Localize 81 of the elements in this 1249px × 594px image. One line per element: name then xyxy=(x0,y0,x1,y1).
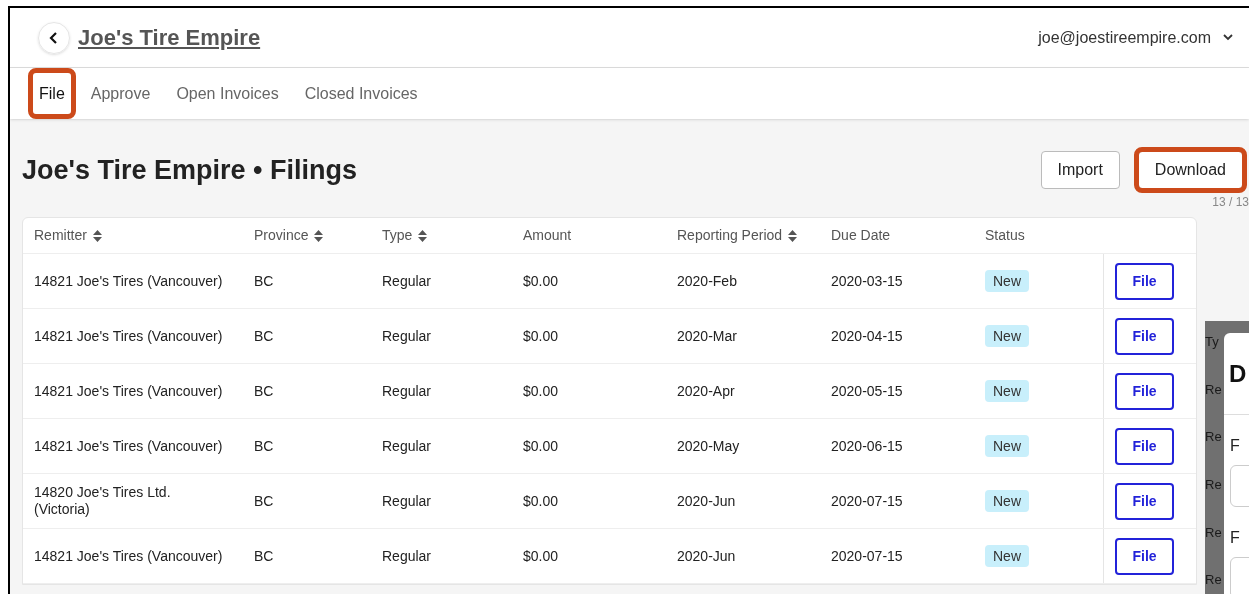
table-cell-text: 14821 Joe's Tires (Vancouver) xyxy=(33,382,224,400)
field-label: F xyxy=(1230,529,1241,547)
status-badge: New xyxy=(985,269,1029,292)
status-badge: New xyxy=(985,434,1029,457)
status-badge: New xyxy=(985,489,1029,512)
table-cell-text: 2020-Feb xyxy=(676,271,738,291)
table-cell-text: BC xyxy=(253,381,275,401)
table-cell-text: 2020-06-15 xyxy=(830,436,904,456)
file-button[interactable]: File xyxy=(1115,317,1174,355)
table-cell-text: 14821 Joe's Tires (Vancouver) xyxy=(33,437,224,455)
background-text: Re xyxy=(1205,525,1222,542)
field-label: F xyxy=(1230,437,1241,455)
chevron-down-icon xyxy=(1223,34,1233,41)
table-cell-text: 14821 Joe's Tires (Vancouver) xyxy=(33,327,224,345)
column-header: Due Date xyxy=(830,226,892,245)
background-text: Re xyxy=(1205,382,1222,399)
table-cell-text: $0.00 xyxy=(522,271,560,291)
tab[interactable]: Open Invoices xyxy=(165,68,290,119)
table-cell-text: Regular xyxy=(381,491,433,511)
file-button[interactable]: File xyxy=(1115,372,1174,410)
background-text: Re xyxy=(1205,430,1222,447)
table-cell-text: 14820 Joe's Tires Ltd. (Victoria) xyxy=(33,484,172,518)
status-badge: New xyxy=(985,379,1029,402)
table-cell-text: $0.00 xyxy=(522,326,560,346)
table-cell-text: Regular xyxy=(381,271,433,291)
table-cell-text: BC xyxy=(253,271,275,291)
table-cell-text: 2020-May xyxy=(676,436,741,456)
table-cell-text: BC xyxy=(253,326,275,346)
page-title: Joe's Tire Empire • Filings xyxy=(22,153,357,187)
table-cell-text: 2020-Jun xyxy=(676,491,737,511)
sort-icon[interactable] xyxy=(92,229,102,242)
table-cell-text: 2020-03-15 xyxy=(830,271,904,291)
table-cell-text: 2020-04-15 xyxy=(830,326,904,346)
tab[interactable]: Closed Invoices xyxy=(293,68,429,119)
background-text: Ty xyxy=(1205,335,1219,351)
sort-icon[interactable] xyxy=(788,229,798,242)
column-header[interactable]: Reporting Period xyxy=(666,225,820,246)
column-header: Amount xyxy=(522,226,573,245)
dialog-title: D xyxy=(1229,358,1247,389)
table-cell-text: 2020-07-15 xyxy=(830,546,904,566)
column-header[interactable]: Type xyxy=(371,225,512,246)
table-cell-text: Regular xyxy=(381,381,433,401)
sort-icon[interactable] xyxy=(314,229,324,242)
table-cell-text: Regular xyxy=(381,546,433,566)
background-text: Re xyxy=(1205,573,1222,590)
background-text: Re xyxy=(1205,478,1222,494)
status-badge: New xyxy=(985,544,1029,567)
table-cell-text: $0.00 xyxy=(522,491,560,511)
highlight-frame xyxy=(28,68,76,119)
table-cell-text: 2020-Jun xyxy=(676,546,737,566)
table-cell-text: Regular xyxy=(381,436,433,456)
table-cell-text: $0.00 xyxy=(522,546,560,566)
file-button[interactable]: File xyxy=(1115,262,1174,300)
tab[interactable]: Approve xyxy=(79,68,162,119)
back-icon xyxy=(49,31,59,44)
column-header: Status xyxy=(984,226,1026,245)
table-cell-text: BC xyxy=(253,546,275,566)
action-button[interactable]: Download xyxy=(1137,151,1243,189)
file-button[interactable]: File xyxy=(1115,482,1174,520)
column-header[interactable]: Province xyxy=(243,225,371,246)
table-cell-text: BC xyxy=(253,491,275,511)
status-badge: New xyxy=(985,324,1029,347)
company-link[interactable]: Joe's Tire Empire xyxy=(78,21,261,54)
column-header[interactable]: Remitter xyxy=(23,225,243,246)
table-cell-text: 14821 Joe's Tires (Vancouver) xyxy=(33,272,224,290)
table-cell-text: 2020-07-15 xyxy=(830,491,904,511)
table-cell-text: Regular xyxy=(381,326,433,346)
file-button[interactable]: File xyxy=(1115,537,1174,575)
user-menu[interactable]: joe@joestireempire.com xyxy=(1038,25,1233,50)
tab[interactable]: File xyxy=(28,68,76,119)
table-cell-text: $0.00 xyxy=(522,436,560,456)
record-count: 13 / 13 xyxy=(1212,194,1249,211)
table-cell-text: $0.00 xyxy=(522,381,560,401)
file-button[interactable]: File xyxy=(1115,427,1174,465)
table-cell-text: BC xyxy=(253,436,275,456)
table-cell-text: 14821 Joe's Tires (Vancouver) xyxy=(33,547,224,565)
table-cell-text: 2020-05-15 xyxy=(830,381,904,401)
action-button[interactable]: Import xyxy=(1040,151,1120,189)
sort-icon[interactable] xyxy=(418,229,428,242)
table-cell-text: 2020-Mar xyxy=(676,326,738,346)
table-cell-text: 2020-Apr xyxy=(676,381,736,401)
